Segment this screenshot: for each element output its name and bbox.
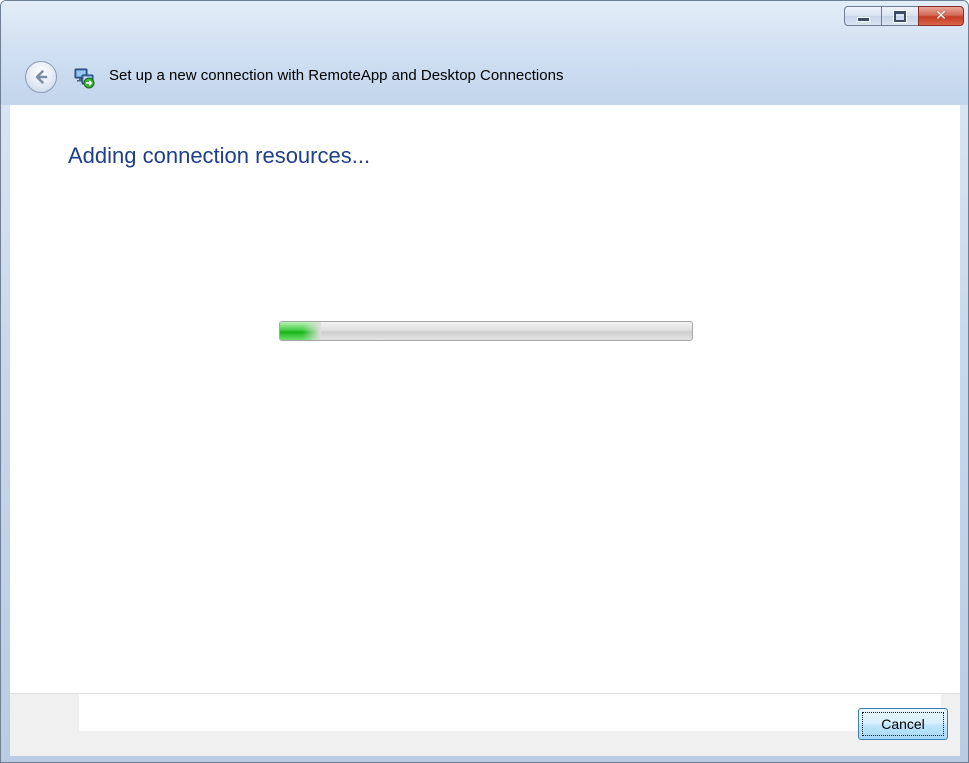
minimize-icon [856, 16, 870, 22]
page-heading: Adding connection resources... [68, 143, 371, 168]
window-title: Set up a new connection with RemoteApp a… [109, 67, 564, 84]
maximize-icon [894, 10, 906, 22]
close-button[interactable]: ✕ [918, 6, 964, 26]
caption-buttons: ✕ [844, 6, 964, 26]
footer-overlay [79, 694, 941, 731]
wizard-window: ✕ Set up a new connection with RemoteApp… [0, 0, 969, 763]
close-icon: ✕ [935, 8, 947, 24]
minimize-button[interactable] [844, 6, 882, 26]
back-arrow-icon [35, 70, 48, 84]
back-button[interactable] [25, 61, 57, 93]
maximize-button[interactable] [881, 6, 919, 26]
cancel-button[interactable]: Cancel [858, 708, 948, 740]
progress-bar [279, 321, 693, 341]
remoteapp-connection-icon [74, 68, 95, 89]
title-bar: ✕ Set up a new connection with RemoteApp… [1, 1, 968, 105]
command-area: Cancel [10, 693, 960, 756]
progress-fill [280, 322, 322, 340]
cancel-button-label: Cancel [881, 716, 925, 732]
content-area: Adding connection resources... Cancel [10, 105, 960, 756]
